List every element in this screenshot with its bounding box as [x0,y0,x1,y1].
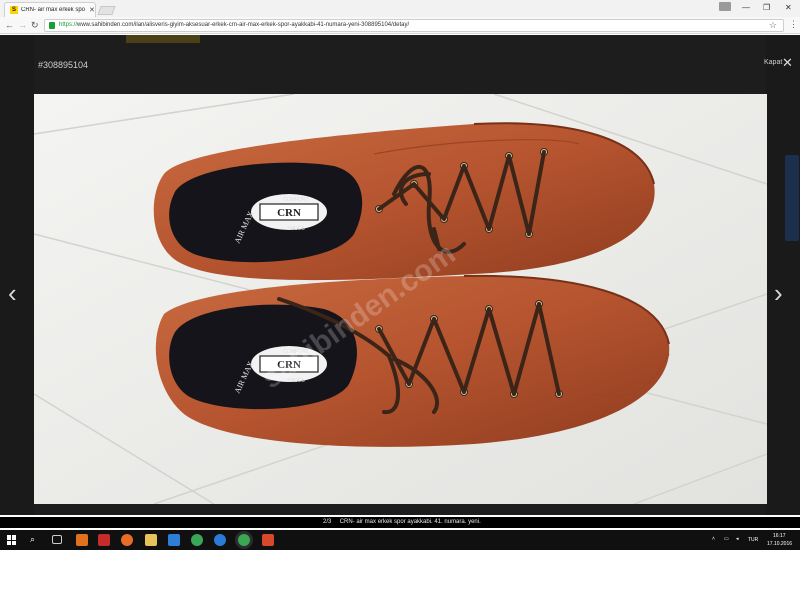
windows-taskbar: ⌕ ˄ ▭ ◂ TUR 16:17 17.10.2016 [0,530,800,550]
task-view-icon[interactable] [52,535,62,544]
forward-icon[interactable]: → [18,20,27,30]
network-icon[interactable]: ▭ [724,536,729,542]
media-app-icon[interactable] [76,534,88,546]
pdf-app-icon[interactable] [98,534,110,546]
profile-icon[interactable] [719,2,731,11]
page-left-margin [0,35,34,515]
url-text: https://www.sahibinden.com/ilan/alisveri… [59,22,410,28]
next-arrow-icon[interactable]: › [774,278,783,309]
lock-icon [49,22,55,29]
speaker-icon[interactable]: ◂ [736,536,739,542]
chrome-menu-icon[interactable]: ⋮ [789,19,798,30]
minimize-icon[interactable]: — [742,3,750,12]
site-favicon-icon: S [10,6,18,14]
back-icon[interactable]: ← [5,20,14,30]
office-app-icon[interactable] [262,534,274,546]
browser-titlebar: S CRN- air max erkek spor a ✕ — ❐ ✕ [0,0,800,17]
reload-icon[interactable]: ↻ [31,20,39,31]
bookmark-star-icon[interactable]: ☆ [769,20,777,31]
side-feedback-tab[interactable] [785,155,799,241]
language-indicator[interactable]: TUR [748,537,758,543]
screen-bottom-margin [0,550,800,600]
header-highlight [126,35,200,43]
chrome-icon[interactable] [191,534,203,546]
bottom-shoe: CRN COMFORT SHOES AIR MAX [155,274,670,447]
chevron-up-icon[interactable]: ˄ [712,536,715,542]
tab-title: CRN- air max erkek spor a [21,7,85,13]
close-label[interactable]: Kapat [764,59,782,66]
browser-toolbar: ← → ↻ https://www.sahibinden.com/ilan/al… [0,17,800,34]
edge-icon[interactable] [214,534,226,546]
windows-start-icon[interactable] [7,535,17,545]
window-close-icon[interactable]: ✕ [785,3,792,12]
listing-id: #308895104 [38,60,89,70]
listing-photo: CRN COMFORT SHOES AIR MAX CRN COMFORT SH… [34,94,767,504]
file-explorer-icon[interactable] [145,534,157,546]
photo-caption: 2/3 CRN- air max erkek spor ayakkabi. 41… [323,519,481,525]
tab-close-icon[interactable]: ✕ [89,6,95,14]
insole-brand-top: CRN [277,207,301,219]
svg-text:SHOES: SHOES [287,226,305,232]
browser-tab[interactable]: S CRN- air max erkek spor a ✕ [4,2,96,17]
new-tab-button[interactable] [97,6,116,15]
clock-time[interactable]: 16:17 [773,533,786,539]
svg-text:COMFORT: COMFORT [283,197,308,203]
address-bar[interactable]: https://www.sahibinden.com/ilan/alisveri… [44,19,784,32]
clock-date[interactable]: 17.10.2016 [767,541,792,547]
search-icon[interactable]: ⌕ [30,534,35,545]
page-right-margin [766,35,800,515]
close-icon[interactable]: ✕ [782,55,793,71]
screen: S CRN- air max erkek spor a ✕ — ❐ ✕ ← → … [0,0,800,600]
restore-icon[interactable]: ❐ [763,3,770,12]
firefox-icon[interactable] [121,534,133,546]
previous-arrow-icon[interactable]: ‹ [8,278,17,309]
store-app-icon[interactable] [168,534,180,546]
chrome-active-icon[interactable] [238,534,250,546]
